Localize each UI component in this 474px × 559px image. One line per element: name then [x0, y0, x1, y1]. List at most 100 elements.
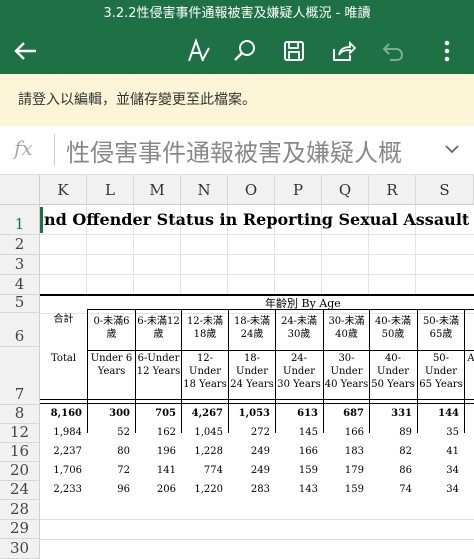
row-header[interactable]: 16: [0, 442, 40, 462]
data-cell[interactable]: 272: [230, 427, 270, 438]
data-cell[interactable]: 89: [372, 427, 412, 438]
data-cell[interactable]: 283: [230, 484, 270, 495]
data-cell[interactable]: 1,706: [42, 465, 82, 476]
data-cell[interactable]: 249: [230, 465, 270, 476]
total-row-cell[interactable]: 144: [419, 408, 459, 419]
share-icon[interactable]: [326, 34, 360, 68]
row-header[interactable]: 4: [0, 275, 40, 295]
undo-icon[interactable]: [376, 34, 410, 68]
table-title: nd Offender Status in Reporting Sexual A…: [44, 210, 474, 229]
header-age-en: 18-Under 24 Years: [230, 353, 274, 390]
gridline: [40, 313, 474, 314]
row-header[interactable]: 6: [0, 313, 40, 347]
data-cell[interactable]: 196: [136, 446, 176, 457]
data-cell[interactable]: 159: [278, 465, 318, 476]
select-all-corner[interactable]: [0, 175, 40, 205]
data-cell[interactable]: 74: [372, 484, 412, 495]
data-cell[interactable]: 1,045: [183, 427, 223, 438]
header-total-en: Total: [50, 353, 77, 364]
data-cell[interactable]: 52: [90, 427, 130, 438]
row-header[interactable]: 8: [0, 404, 40, 424]
row-header[interactable]: 29: [0, 519, 40, 539]
table-top-border: [40, 294, 474, 296]
data-cell[interactable]: 166: [324, 427, 364, 438]
gridline: [40, 254, 474, 255]
sign-in-notice[interactable]: 請登入以編輯，並儲存變更至此檔案。: [0, 74, 474, 126]
data-cell[interactable]: 249: [230, 446, 270, 457]
data-cell[interactable]: 162: [136, 427, 176, 438]
data-cell[interactable]: 86: [372, 465, 412, 476]
row-header[interactable]: 7: [0, 347, 40, 405]
data-cell[interactable]: 35: [419, 427, 459, 438]
data-cell[interactable]: 774: [183, 465, 223, 476]
row-header[interactable]: 3: [0, 255, 40, 275]
draw-icon[interactable]: [182, 34, 216, 68]
row-header[interactable]: 24: [0, 480, 40, 500]
total-row-cell[interactable]: 705: [136, 408, 176, 419]
total-row-cell[interactable]: 613: [278, 408, 318, 419]
column-header[interactable]: P: [275, 175, 322, 205]
selected-cell-indicator: [40, 207, 43, 233]
column-header[interactable]: M: [134, 175, 181, 205]
row-header[interactable]: 12: [0, 423, 40, 443]
back-arrow-icon[interactable]: [8, 34, 42, 68]
row-header[interactable]: 1: [0, 205, 40, 235]
column-header[interactable]: L: [87, 175, 134, 205]
column-header[interactable]: N: [181, 175, 228, 205]
header-age-en: 40-Under 50 Years: [371, 353, 415, 390]
data-cell[interactable]: 72: [90, 465, 130, 476]
cell-area[interactable]: nd Offender Status in Reporting Sexual A…: [40, 205, 474, 559]
data-cell[interactable]: 159: [324, 484, 364, 495]
function-icon[interactable]: fx: [14, 136, 33, 160]
data-cell[interactable]: 2,233: [42, 484, 82, 495]
save-icon[interactable]: [277, 34, 311, 68]
formula-input[interactable]: 性侵害事件通報被害及嫌疑人概: [66, 133, 402, 168]
data-cell[interactable]: 206: [136, 484, 176, 495]
data-cell[interactable]: 1,228: [183, 446, 223, 457]
data-cell[interactable]: 1,984: [42, 427, 82, 438]
total-row-cell[interactable]: 1,053: [230, 408, 270, 419]
data-cell[interactable]: 179: [324, 465, 364, 476]
column-header[interactable]: Q: [322, 175, 369, 205]
row-header[interactable]: 2: [0, 235, 40, 255]
header-truncated: A: [467, 353, 474, 364]
row-header[interactable]: 5: [0, 293, 40, 313]
data-cell[interactable]: 34: [419, 465, 459, 476]
data-cell[interactable]: 96: [90, 484, 130, 495]
column-header[interactable]: K: [40, 175, 87, 205]
data-cell[interactable]: 141: [136, 465, 176, 476]
data-cell[interactable]: 34: [419, 484, 459, 495]
column-rule: [87, 309, 88, 433]
header-age-en: 30-Under 40 Years: [324, 353, 369, 390]
more-icon[interactable]: [430, 34, 464, 68]
data-cell[interactable]: 1,220: [183, 484, 223, 495]
chevron-down-icon[interactable]: [444, 140, 460, 159]
data-cell[interactable]: 2,237: [42, 446, 82, 457]
data-cell[interactable]: 183: [324, 446, 364, 457]
total-row-cell[interactable]: 8,160: [42, 408, 82, 419]
data-cell[interactable]: 145: [278, 427, 318, 438]
row-header[interactable]: 28: [0, 500, 40, 520]
search-icon[interactable]: [228, 34, 262, 68]
header-age-zh: 24-未滿30歲: [280, 316, 318, 340]
column-header[interactable]: O: [228, 175, 275, 205]
data-cell[interactable]: 166: [278, 446, 318, 457]
data-cell[interactable]: 41: [419, 446, 459, 457]
data-cell[interactable]: 143: [278, 484, 318, 495]
header-age-zh: 0-未滿6歲: [93, 316, 130, 340]
total-row-cell[interactable]: 687: [324, 408, 364, 419]
total-row-cell[interactable]: 331: [372, 408, 412, 419]
total-row-cell[interactable]: 300: [90, 408, 130, 419]
window-title: 3.2.2性侵害事件通報被害及嫌疑人概況 - 唯讀: [0, 0, 474, 28]
row-header[interactable]: 20: [0, 461, 40, 481]
column-header[interactable]: S: [416, 175, 474, 205]
header-age-zh: 12-未滿18歲: [186, 316, 224, 340]
data-cell[interactable]: 80: [90, 446, 130, 457]
column-header[interactable]: R: [369, 175, 416, 205]
data-cell[interactable]: 82: [372, 446, 412, 457]
header-age-en: 24-Under 30 Years: [277, 353, 321, 390]
row-header[interactable]: 30: [0, 539, 40, 559]
header-age-zh: 50-未滿65歲: [422, 316, 460, 340]
gridline: [40, 274, 474, 275]
total-row-cell[interactable]: 4,267: [183, 408, 223, 419]
